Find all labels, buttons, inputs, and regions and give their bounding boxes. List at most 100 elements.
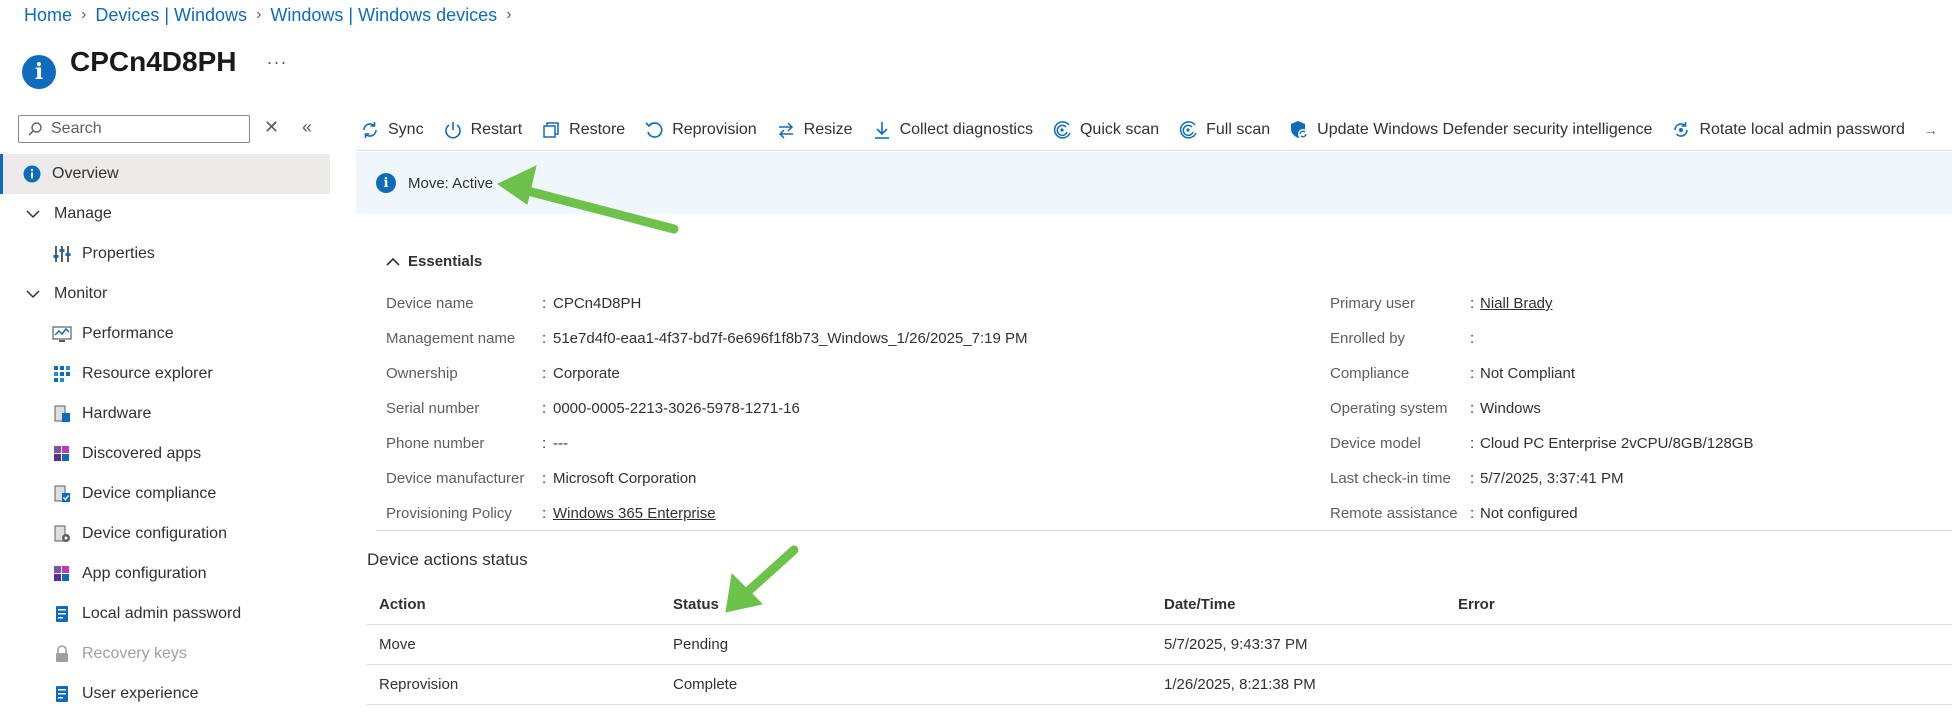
essential-colon: : [542, 435, 547, 452]
essential-key: Device model [1330, 435, 1421, 452]
breadcrumb-home[interactable]: Home [24, 5, 72, 26]
essential-colon: : [1470, 435, 1475, 452]
essential-row-management-name: Management name : 51e7d4f0-eaa1-4f37-bd7… [386, 321, 1028, 356]
sidebar-item-local-admin-password[interactable]: Local admin password [0, 594, 330, 634]
sidebar-item-user-experience[interactable]: User experience [0, 674, 330, 714]
discovered-apps-icon [52, 444, 72, 464]
essential-colon: : [1470, 470, 1475, 487]
sidebar-item-label: User experience [82, 685, 199, 702]
table-header-row: Action Status Date/Time Error [367, 584, 1952, 625]
sidebar-item-properties[interactable]: Properties [0, 234, 330, 274]
more-commands-icon[interactable]: → [1924, 122, 1938, 138]
rotate-password-label: Rotate local admin password [1699, 121, 1905, 138]
resource-explorer-icon [52, 364, 72, 384]
essential-colon: : [542, 295, 547, 312]
essential-colon: : [542, 330, 547, 347]
essential-key: Ownership [386, 365, 458, 382]
essential-value: Microsoft Corporation [553, 470, 697, 487]
restore-icon [543, 122, 559, 138]
sidebar-item-recovery-keys[interactable]: Recovery keys [0, 634, 330, 674]
table-row[interactable]: Move Pending 5/7/2025, 9:43:37 PM [367, 625, 1952, 665]
essential-value: Windows [1480, 400, 1541, 417]
banner-text: Move: Active [408, 174, 494, 192]
info-icon [22, 164, 42, 184]
user-experience-icon [52, 684, 72, 704]
sidebar-group-label: Monitor [54, 285, 108, 302]
sidebar-item-label: Device compliance [82, 485, 217, 502]
sidebar-item-hardware[interactable]: Hardware [0, 394, 330, 434]
sidebar-item-label: Discovered apps [82, 445, 202, 462]
full-scan-label: Full scan [1206, 121, 1271, 138]
sidebar-item-label: Resource explorer [82, 365, 213, 382]
essential-colon: : [1470, 330, 1475, 347]
sidebar-item-label: Properties [82, 245, 155, 262]
full-scan-button[interactable]: Full scan [1178, 120, 1270, 140]
sidebar-item-app-configuration[interactable]: App configuration [0, 554, 330, 594]
essentials-toggle[interactable]: Essentials [386, 253, 482, 270]
table-cell-status: Complete [673, 676, 738, 693]
resize-label: Resize [803, 121, 853, 138]
sidebar-item-performance[interactable]: Performance [0, 314, 330, 354]
essential-colon: : [1470, 295, 1475, 312]
sidebar-group-manage[interactable]: Manage [0, 194, 330, 234]
sidebar-item-label: App configuration [82, 565, 207, 582]
essential-row-device-model: Device model : Cloud PC Enterprise 2vCPU… [1330, 426, 1753, 461]
restore-button[interactable]: Restore [541, 120, 625, 140]
power-icon [444, 122, 461, 139]
app-configuration-icon [52, 564, 72, 584]
sync-label: Sync [388, 121, 424, 138]
sync-button[interactable]: Sync [360, 120, 424, 140]
primary-user-link[interactable]: Niall Brady [1480, 295, 1553, 312]
essential-key: Device name [386, 295, 474, 312]
essential-value: 5/7/2025, 3:37:41 PM [1480, 470, 1624, 487]
essential-key: Device manufacturer [386, 470, 525, 487]
sidebar-item-discovered-apps[interactable]: Discovered apps [0, 434, 330, 474]
update-defender-button[interactable]: Update Windows Defender security intelli… [1289, 120, 1652, 140]
performance-icon [52, 324, 72, 344]
collect-diagnostics-button[interactable]: Collect diagnostics [872, 120, 1033, 140]
essential-colon: : [1470, 505, 1475, 522]
essential-key: Management name [386, 330, 516, 347]
sidebar-item-device-configuration[interactable]: Device configuration [0, 514, 330, 554]
reprovision-button[interactable]: Reprovision [644, 120, 757, 140]
table-cell-status: Pending [673, 636, 729, 653]
search-box[interactable] [18, 115, 250, 143]
provisioning-policy-link[interactable]: Windows 365 Enterprise [553, 505, 716, 522]
sidebar-item-overview[interactable]: Overview [0, 154, 330, 194]
breadcrumb-windows-devices[interactable]: Windows | Windows devices [270, 5, 497, 26]
column-header-error[interactable]: Error [1458, 596, 1495, 613]
local-admin-password-icon [52, 604, 72, 624]
collapse-sidebar-icon[interactable]: « [302, 117, 312, 138]
column-header-datetime[interactable]: Date/Time [1164, 596, 1235, 613]
search-input[interactable] [49, 119, 243, 139]
chevron-right-icon: › [81, 6, 87, 23]
sidebar-item-label: Device configuration [82, 525, 227, 542]
rotate-password-button[interactable]: Rotate local admin password [1671, 120, 1905, 140]
sidebar-group-monitor[interactable]: Monitor [0, 274, 330, 314]
more-options-icon[interactable]: ··· [266, 52, 287, 73]
column-header-status[interactable]: Status [673, 596, 719, 613]
resize-button[interactable]: Resize [776, 120, 853, 140]
essential-value: --- [553, 435, 568, 452]
chevron-down-icon [26, 286, 42, 302]
device-configuration-icon [52, 524, 72, 544]
chevron-down-icon [26, 206, 42, 222]
essential-colon: : [1470, 400, 1475, 417]
essential-colon: : [1470, 365, 1475, 382]
status-banner: i Move: Active [356, 152, 1952, 214]
column-header-action[interactable]: Action [379, 596, 426, 613]
breadcrumb-devices-windows[interactable]: Devices | Windows [95, 5, 247, 26]
essential-row-ownership: Ownership : Corporate [386, 356, 1028, 391]
table-cell-action: Move [379, 636, 416, 653]
essential-row-provisioning-policy: Provisioning Policy : Windows 365 Enterp… [386, 496, 1028, 531]
essential-colon: : [542, 505, 547, 522]
essential-key: Primary user [1330, 295, 1416, 312]
sidebar-item-resource-explorer[interactable]: Resource explorer [0, 354, 330, 394]
restart-button[interactable]: Restart [443, 120, 522, 140]
clear-search-icon[interactable]: ✕ [264, 117, 279, 138]
sidebar-item-device-compliance[interactable]: Device compliance [0, 474, 330, 514]
table-cell-datetime: 1/26/2025, 8:21:38 PM [1164, 676, 1316, 693]
collect-diagnostics-label: Collect diagnostics [899, 121, 1033, 138]
table-row[interactable]: Reprovision Complete 1/26/2025, 8:21:38 … [367, 665, 1952, 705]
quick-scan-button[interactable]: Quick scan [1052, 120, 1159, 140]
